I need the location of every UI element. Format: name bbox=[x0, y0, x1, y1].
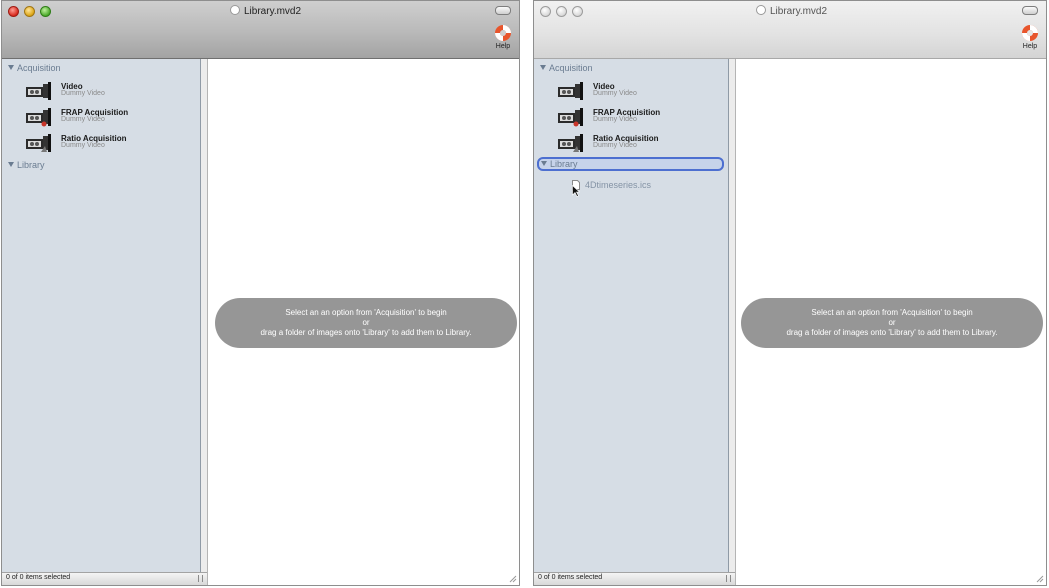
hint-line-1: Select an an option from 'Acquisition' t… bbox=[811, 308, 973, 317]
group-header-library[interactable]: Library bbox=[8, 160, 45, 174]
window-title: Library.mvd2 bbox=[230, 5, 301, 17]
frap-camera-icon bbox=[26, 108, 51, 127]
hint-line-2: or bbox=[888, 318, 896, 327]
title-toolbar[interactable]: Library.mvd2 Help bbox=[534, 1, 1046, 59]
close-button[interactable] bbox=[8, 6, 19, 17]
library-item-label: 4Dtimeseries.ics bbox=[585, 180, 652, 190]
help-label: Help bbox=[495, 43, 511, 50]
disclosure-triangle-icon[interactable] bbox=[541, 161, 547, 166]
splitter-grip-icon[interactable] bbox=[198, 575, 203, 582]
window-title-text: Library.mvd2 bbox=[770, 6, 828, 17]
frap-camera-icon bbox=[558, 108, 583, 127]
sidebar-item-subtitle: Dummy Video bbox=[61, 116, 105, 123]
close-button[interactable] bbox=[540, 6, 551, 17]
sidebar-item-subtitle: Dummy Video bbox=[593, 142, 637, 149]
hint-line-3: drag a folder of images onto 'Library' t… bbox=[260, 328, 472, 337]
group-header-label: Library bbox=[17, 160, 45, 170]
group-header-label: Acquisition bbox=[549, 63, 593, 73]
splitter-grip-icon[interactable] bbox=[726, 575, 731, 582]
help-button[interactable]: Help bbox=[1018, 24, 1042, 50]
status-bar: 0 of 0 items selected bbox=[534, 572, 735, 585]
video-camera-icon bbox=[26, 82, 51, 100]
zoom-button[interactable] bbox=[40, 6, 51, 17]
status-bar: 0 of 0 items selected bbox=[2, 572, 207, 585]
empty-state-hint: Select an an option from 'Acquisition' t… bbox=[741, 298, 1043, 348]
document-proxy-icon[interactable] bbox=[756, 5, 766, 15]
toolbar-toggle-button[interactable] bbox=[495, 6, 511, 15]
window-title: Library.mvd2 bbox=[756, 5, 827, 17]
window-right: Library.mvd2 Help Acquisition Video Dumm… bbox=[533, 0, 1047, 586]
minimize-button[interactable] bbox=[24, 6, 35, 17]
status-text: 0 of 0 items selected bbox=[538, 574, 603, 581]
group-header-label: Acquisition bbox=[17, 63, 61, 73]
main-content: Select an an option from 'Acquisition' t… bbox=[208, 59, 519, 585]
main-content: Select an an option from 'Acquisition' t… bbox=[736, 59, 1046, 585]
window-left: Library.mvd2 Help Acquisition Video Dumm… bbox=[1, 0, 520, 586]
mouse-pointer-icon bbox=[572, 185, 580, 197]
hint-line-2: or bbox=[362, 318, 370, 327]
sidebar: Acquisition Video Dummy Video FRAP Acqui… bbox=[2, 59, 201, 585]
sidebar-item-subtitle: Dummy Video bbox=[61, 142, 105, 149]
resize-grip-icon[interactable] bbox=[1034, 573, 1044, 583]
video-camera-icon bbox=[558, 82, 583, 100]
group-header-library-drop-target[interactable]: Library bbox=[537, 157, 724, 171]
sidebar-item-subtitle: Dummy Video bbox=[593, 116, 637, 123]
toolbar-toggle-button[interactable] bbox=[1022, 6, 1038, 15]
minimize-button[interactable] bbox=[556, 6, 567, 17]
window-title-text: Library.mvd2 bbox=[244, 6, 302, 17]
lifebuoy-icon bbox=[495, 25, 511, 41]
resize-grip-icon[interactable] bbox=[507, 573, 517, 583]
ratio-camera-icon bbox=[558, 134, 583, 152]
status-text: 0 of 0 items selected bbox=[6, 574, 71, 581]
disclosure-triangle-icon[interactable] bbox=[8, 162, 14, 167]
empty-state-hint: Select an an option from 'Acquisition' t… bbox=[215, 298, 517, 348]
lifebuoy-icon bbox=[1022, 25, 1038, 41]
sidebar-item-subtitle: Dummy Video bbox=[61, 90, 105, 97]
ratio-camera-icon bbox=[26, 134, 51, 152]
group-header-acquisition[interactable]: Acquisition bbox=[8, 63, 61, 77]
group-header-acquisition[interactable]: Acquisition bbox=[540, 63, 593, 77]
title-toolbar[interactable]: Library.mvd2 Help bbox=[2, 1, 519, 59]
sidebar-splitter[interactable] bbox=[729, 59, 736, 585]
zoom-button[interactable] bbox=[572, 6, 583, 17]
disclosure-triangle-icon[interactable] bbox=[540, 65, 546, 70]
document-proxy-icon[interactable] bbox=[230, 5, 240, 15]
hint-line-1: Select an an option from 'Acquisition' t… bbox=[285, 308, 447, 317]
hint-line-3: drag a folder of images onto 'Library' t… bbox=[786, 328, 998, 337]
group-header-label: Library bbox=[550, 159, 578, 169]
disclosure-triangle-icon[interactable] bbox=[8, 65, 14, 70]
help-button[interactable]: Help bbox=[491, 24, 515, 50]
help-label: Help bbox=[1022, 43, 1038, 50]
sidebar: Acquisition Video Dummy Video FRAP Acqui… bbox=[534, 59, 729, 585]
sidebar-splitter[interactable] bbox=[201, 59, 208, 585]
sidebar-item-subtitle: Dummy Video bbox=[593, 90, 637, 97]
